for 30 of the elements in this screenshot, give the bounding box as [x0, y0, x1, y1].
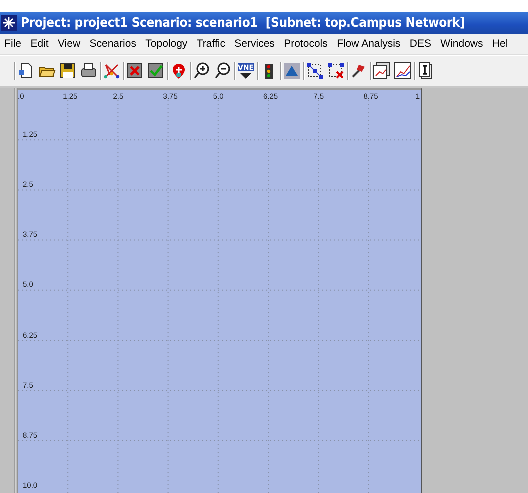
- check-box-icon[interactable]: [147, 62, 165, 80]
- menu-item[interactable]: Topology: [141, 38, 192, 50]
- zoom-out-icon[interactable]: [214, 62, 232, 80]
- printer-icon[interactable]: [80, 62, 98, 80]
- menu-item[interactable]: File: [0, 38, 26, 50]
- window-title: Project: project1 Scenario: scenario1 [Subnet: top.Campus Network]: [21, 16, 466, 30]
- pin-icon[interactable]: [170, 62, 188, 80]
- menu-item[interactable]: Windows: [436, 38, 488, 50]
- chart-windows-icon[interactable]: [373, 62, 391, 80]
- save-icon[interactable]: [59, 62, 77, 80]
- app-icon: [1, 15, 17, 31]
- node-links-icon[interactable]: [103, 62, 121, 80]
- menu-item[interactable]: Hel: [488, 38, 513, 50]
- menu-item[interactable]: Scenarios: [85, 38, 142, 50]
- menu-item[interactable]: DES: [405, 38, 436, 50]
- menu-item[interactable]: Services: [230, 38, 280, 50]
- node-grid-icon[interactable]: [306, 62, 324, 80]
- node-grid-cross-icon[interactable]: [327, 62, 345, 80]
- cross-box-icon[interactable]: [126, 62, 144, 80]
- document-icon[interactable]: [417, 62, 435, 80]
- menu-item[interactable]: Traffic: [192, 38, 230, 50]
- hammer-icon[interactable]: [350, 62, 368, 80]
- menu-item[interactable]: Protocols: [280, 38, 332, 50]
- new-document-icon[interactable]: [17, 62, 35, 80]
- menu-item[interactable]: Edit: [26, 38, 54, 50]
- triangle-icon[interactable]: [283, 62, 301, 80]
- line-chart-icon[interactable]: [394, 62, 412, 80]
- zoom-in-icon[interactable]: [193, 62, 211, 80]
- menu-item[interactable]: Flow Analysis: [332, 38, 406, 50]
- menu-item[interactable]: View: [53, 38, 86, 50]
